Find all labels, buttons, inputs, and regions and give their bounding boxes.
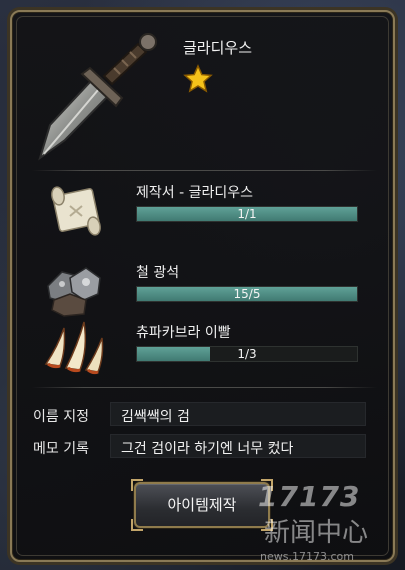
memo-value: 그건 검이라 하기엔 너무 컸다 [121, 441, 294, 457]
divider [32, 387, 377, 388]
material-count: 1/1 [237, 207, 257, 221]
item-name: 글라디우스 [183, 39, 253, 57]
button-corner [261, 519, 273, 531]
material-progress-bar: 1/1 [136, 206, 358, 222]
memo-field[interactable]: 그건 검이라 하기엔 너무 컸다 [110, 434, 366, 458]
material-count: 1/3 [237, 347, 257, 361]
scroll-icon [51, 186, 101, 236]
star-icon [183, 64, 213, 93]
material-row: 츄파카브라 이빨 1/3 [40, 320, 370, 380]
material-row: 철 광석 15/5 [40, 260, 370, 320]
material-row: 제작서 - 글라디우스 1/1 [40, 180, 370, 240]
material-name: 철 광석 [136, 265, 180, 281]
divider [32, 170, 377, 171]
craft-button-label: 아이템제작 [167, 496, 237, 514]
material-progress-bar: 15/5 [136, 286, 358, 302]
material-name: 제작서 - 글라디우스 [136, 185, 253, 201]
material-count: 15/5 [233, 287, 261, 301]
iron-ore-icon [47, 267, 101, 317]
sword-icon [38, 33, 157, 161]
tooth-icon [44, 321, 104, 375]
name-field[interactable]: 김쌕쌕의 검 [110, 402, 366, 426]
button-corner [261, 479, 273, 491]
name-value: 김쌕쌕의 검 [121, 409, 190, 425]
material-progress-bar: 1/3 [136, 346, 358, 362]
button-corner [131, 519, 143, 531]
craft-item-button[interactable]: 아이템제작 [131, 479, 273, 531]
memo-label: 메모 기록 [33, 441, 89, 457]
button-corner [131, 479, 143, 491]
name-label: 이름 지정 [33, 409, 89, 425]
material-name: 츄파카브라 이빨 [136, 325, 231, 341]
